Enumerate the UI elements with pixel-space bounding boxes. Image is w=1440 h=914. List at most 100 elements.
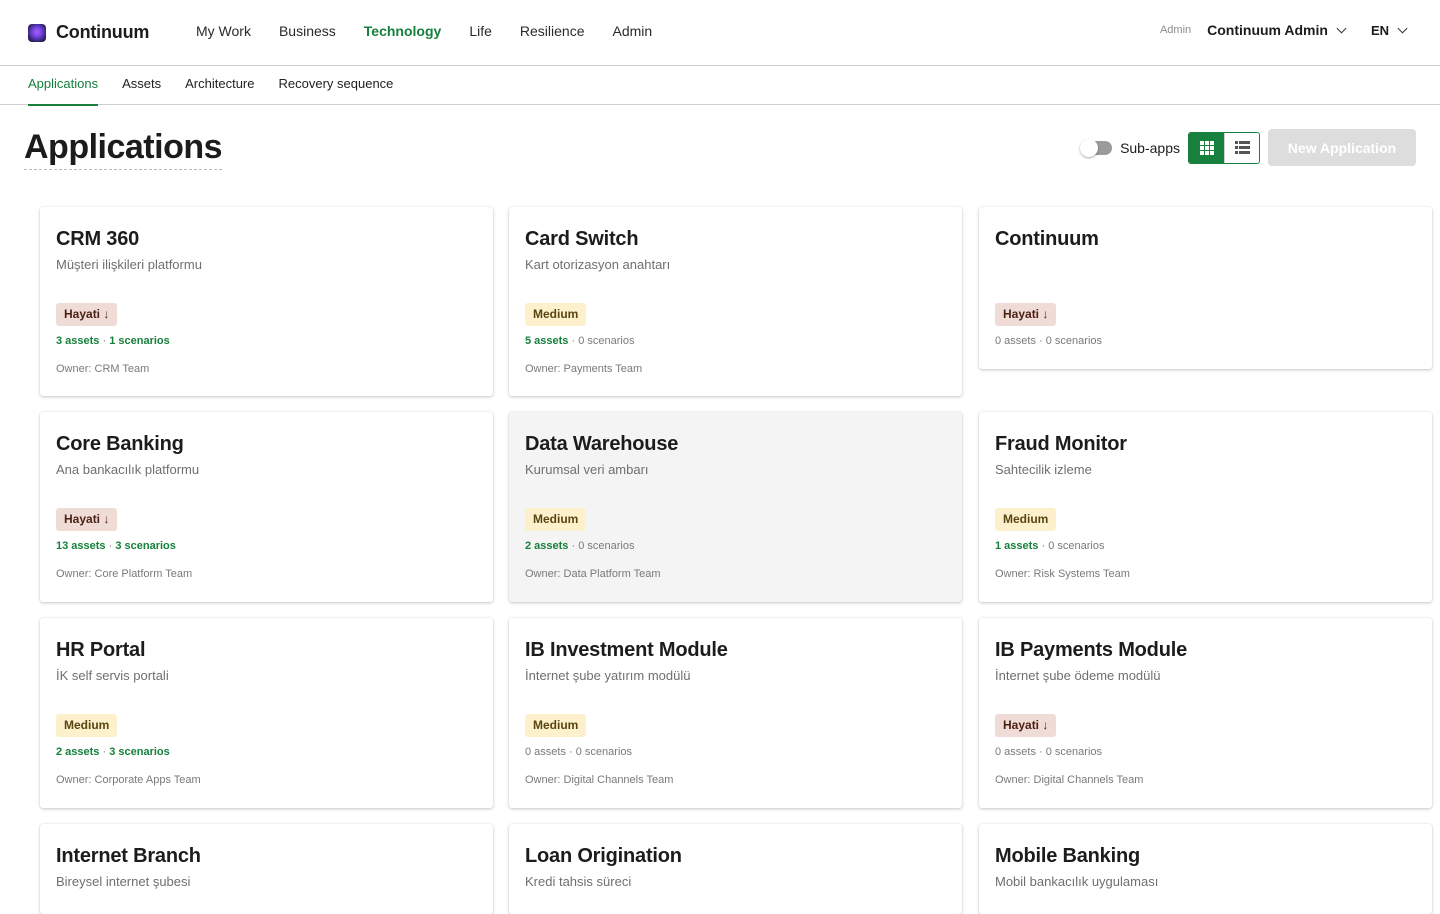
nav-item-admin[interactable]: Admin — [612, 23, 652, 39]
sub-nav: Applications Assets Architecture Recover… — [0, 66, 1440, 106]
brand-logo-icon — [28, 23, 46, 42]
assets-link[interactable]: 2 assets — [56, 746, 99, 758]
scenarios-count: 0 scenarios — [1045, 746, 1103, 758]
assets-link[interactable]: 3 assets — [56, 335, 99, 347]
application-card[interactable]: Mobile Banking Mobil bankacılık uygulama… — [979, 824, 1432, 914]
application-card[interactable]: Fraud Monitor Sahtecilik izleme Medium 1… — [979, 412, 1432, 602]
card-description: Mobil bankacılık uygulaması — [995, 874, 1159, 889]
page-title: Applications — [24, 128, 223, 170]
nav-item-business[interactable]: Business — [279, 23, 336, 39]
grid-view-button[interactable] — [1189, 132, 1224, 163]
card-title: HR Portal — [56, 639, 146, 661]
card-stats: 13 assets · 3 scenarios — [56, 540, 176, 552]
card-stats: 5 assets · 0 scenarios — [525, 335, 635, 347]
user-menu[interactable]: Continuum Admin — [1207, 22, 1347, 38]
application-card[interactable]: Card Switch Kart otorizasyon anahtarı Me… — [509, 207, 962, 396]
assets-link[interactable]: 5 assets — [525, 335, 568, 347]
card-title: CRM 360 — [56, 228, 140, 250]
main-nav: My Work Business Technology Life Resilie… — [196, 23, 680, 39]
card-description: Kredi tahsis süreci — [525, 874, 632, 889]
tab-architecture[interactable]: Architecture — [185, 66, 254, 105]
card-stats: 0 assets · 0 scenarios — [995, 746, 1103, 758]
new-application-button[interactable]: New Application — [1268, 129, 1416, 166]
scenarios-count: 0 scenarios — [1048, 540, 1105, 552]
assets-link[interactable]: 2 assets — [525, 540, 568, 552]
application-card[interactable]: IB Payments Module İnternet şube ödeme m… — [979, 618, 1432, 808]
view-switch — [1188, 131, 1260, 164]
assets-link[interactable]: 1 assets — [995, 540, 1038, 552]
user-role-label: Admin — [1159, 24, 1192, 36]
criticality-badge: Medium — [525, 303, 587, 326]
list-view-button[interactable] — [1224, 132, 1259, 163]
card-description: Ana bankacılık platformu — [56, 462, 200, 477]
tab-applications[interactable]: Applications — [28, 66, 99, 106]
sub-apps-label: Sub-apps — [1120, 139, 1180, 156]
card-stats: 2 assets · 3 scenarios — [56, 746, 170, 758]
assets-link[interactable]: 13 assets — [56, 540, 106, 552]
tab-recovery-sequence[interactable]: Recovery sequence — [279, 66, 394, 105]
brand[interactable]: Continuum — [28, 22, 149, 43]
chevron-down-icon — [1336, 23, 1347, 33]
application-card[interactable]: HR Portal İK self servis portali Medium … — [40, 618, 493, 808]
criticality-badge: Hayati ↓ — [56, 508, 118, 531]
language-selector[interactable]: EN — [1370, 22, 1408, 38]
nav-item-technology[interactable]: Technology — [364, 23, 442, 39]
application-card[interactable]: Internet Branch Bireysel internet şubesi — [40, 824, 493, 914]
page-actions: Sub-apps New Application — [1080, 129, 1416, 166]
brand-name: Continuum — [56, 22, 150, 42]
criticality-badge: Medium — [995, 508, 1057, 531]
card-title: Card Switch — [525, 228, 639, 250]
card-owner: Owner: Digital Channels Team — [525, 774, 674, 786]
application-card[interactable]: Core Banking Ana bankacılık platformu Ha… — [40, 412, 493, 602]
card-stats: 0 assets · 0 scenarios — [995, 335, 1103, 347]
card-title: Mobile Banking — [995, 845, 1140, 867]
card-owner: Owner: Risk Systems Team — [995, 568, 1130, 580]
card-title: IB Payments Module — [995, 639, 1187, 661]
card-stats: 2 assets · 0 scenarios — [525, 540, 635, 552]
chevron-down-icon — [1397, 23, 1408, 33]
card-description: Kart otorizasyon anahtarı — [525, 257, 671, 272]
card-description: Müşteri ilişkileri platformu — [56, 257, 202, 272]
criticality-badge: Medium — [525, 508, 587, 531]
nav-item-life[interactable]: Life — [469, 23, 492, 39]
language-label: EN — [1370, 22, 1389, 38]
tab-assets[interactable]: Assets — [122, 66, 161, 105]
scenarios-count: 0 scenarios — [578, 335, 635, 347]
criticality-badge: Medium — [525, 714, 587, 737]
application-card[interactable]: IB Investment Module İnternet şube yatır… — [509, 618, 962, 808]
card-title: Continuum — [995, 228, 1099, 250]
card-description: Bireysel internet şubesi — [56, 874, 191, 889]
card-title: Loan Origination — [525, 845, 682, 867]
grid-icon — [1199, 140, 1214, 155]
list-icon — [1234, 141, 1250, 154]
top-header: Continuum My Work Business Technology Li… — [0, 0, 1440, 66]
nav-item-my-work[interactable]: My Work — [196, 23, 251, 39]
assets-count: 0 assets — [995, 746, 1036, 758]
card-description: İnternet şube ödeme modülü — [995, 668, 1161, 683]
application-card[interactable]: Data Warehouse Kurumsal veri ambarı Medi… — [509, 412, 962, 602]
criticality-badge: Medium — [56, 714, 118, 737]
sub-apps-toggle[interactable] — [1080, 138, 1113, 157]
application-card[interactable]: Loan Origination Kredi tahsis süreci — [509, 824, 962, 914]
card-stats: 1 assets · 0 scenarios — [995, 540, 1105, 552]
scenarios-link[interactable]: 3 scenarios — [109, 746, 170, 758]
card-stats: 3 assets · 1 scenarios — [56, 335, 170, 347]
assets-count: 0 assets — [525, 746, 566, 758]
card-description: İK self servis portali — [56, 668, 169, 683]
criticality-badge: Hayati ↓ — [56, 303, 118, 326]
card-title: Core Banking — [56, 433, 184, 455]
card-description: Sahtecilik izleme — [995, 462, 1092, 477]
scenarios-link[interactable]: 1 scenarios — [109, 335, 170, 347]
card-owner: Owner: CRM Team — [56, 363, 150, 375]
card-title: Data Warehouse — [525, 433, 679, 455]
card-owner: Owner: Corporate Apps Team — [56, 774, 201, 786]
application-card[interactable]: CRM 360 Müşteri ilişkileri platformu Hay… — [40, 207, 493, 396]
card-title: Fraud Monitor — [995, 433, 1127, 455]
application-card[interactable]: Continuum Hayati ↓ 0 assets · 0 scenario… — [979, 207, 1432, 369]
card-description: Kurumsal veri ambarı — [525, 462, 649, 477]
user-name: Continuum Admin — [1207, 22, 1328, 38]
scenarios-count: 0 scenarios — [1045, 335, 1103, 347]
nav-item-resilience[interactable]: Resilience — [520, 23, 585, 39]
scenarios-link[interactable]: 3 scenarios — [115, 540, 176, 552]
assets-count: 0 assets — [995, 335, 1036, 347]
